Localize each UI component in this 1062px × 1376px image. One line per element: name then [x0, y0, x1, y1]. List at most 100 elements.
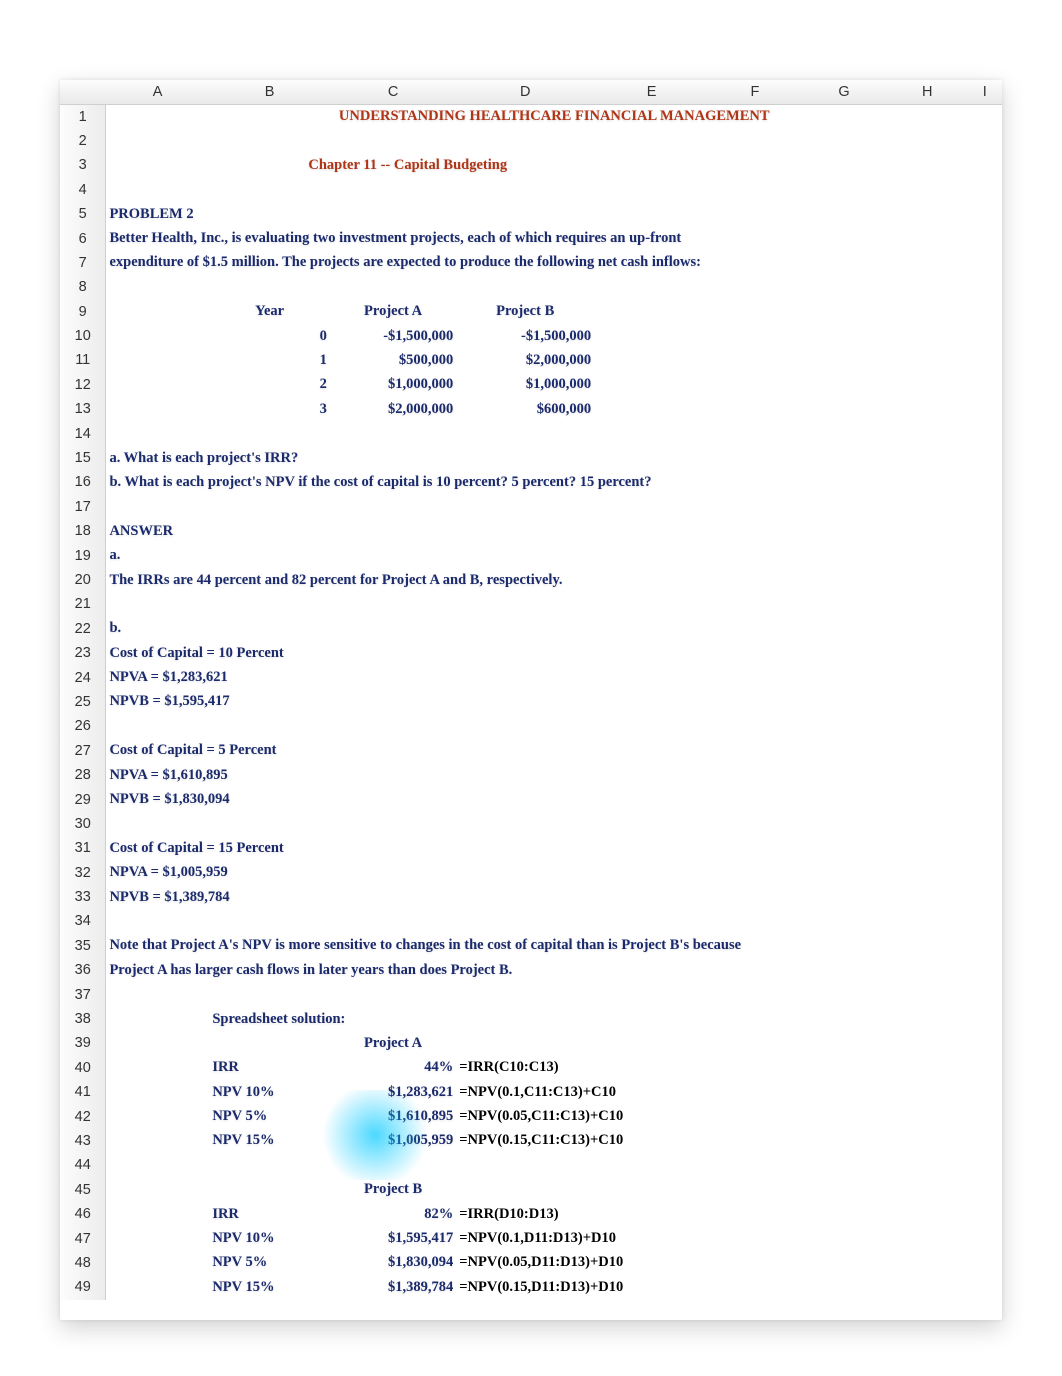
row-37[interactable]: 37 — [60, 982, 106, 1006]
doc-title: UNDERSTANDING HEALTHCARE FINANCIAL MANAG… — [106, 104, 1002, 128]
row-49[interactable]: 49 — [60, 1275, 106, 1299]
row-10[interactable]: 10 — [60, 324, 106, 348]
problem-line-2: expenditure of $1.5 million. The project… — [106, 251, 1002, 275]
row-36[interactable]: 36 — [60, 958, 106, 982]
val-npv5-b[interactable]: $1,830,094 — [330, 1251, 456, 1275]
col-A[interactable]: A — [106, 80, 209, 104]
row-35[interactable]: 35 — [60, 934, 106, 958]
spreadsheet-view: A B C D E F G H I 1 UNDERSTANDING HEALTH… — [60, 80, 1002, 1320]
answer-a-text: The IRRs are 44 percent and 82 percent f… — [106, 568, 1002, 592]
col-D[interactable]: D — [456, 80, 594, 104]
row-12[interactable]: 12 — [60, 373, 106, 397]
row-34[interactable]: 34 — [60, 909, 106, 933]
col-I[interactable]: I — [967, 80, 1002, 104]
cf-a-2[interactable]: $1,000,000 — [330, 373, 456, 397]
col-B[interactable]: B — [209, 80, 330, 104]
row-33[interactable]: 33 — [60, 885, 106, 909]
answer-a-label: a. — [106, 543, 1002, 567]
formula-npv15-a: =NPV(0.15,C11:C13)+C10 — [456, 1129, 1002, 1153]
row-44[interactable]: 44 — [60, 1153, 106, 1177]
row-8[interactable]: 8 — [60, 275, 106, 299]
row-29[interactable]: 29 — [60, 787, 106, 811]
row-48[interactable]: 48 — [60, 1251, 106, 1275]
label-irr-a: IRR — [209, 1056, 330, 1080]
val-irr-b[interactable]: 82% — [330, 1202, 456, 1226]
label-npv5-a: NPV 5% — [209, 1104, 330, 1128]
cf-a-1[interactable]: $500,000 — [330, 348, 456, 372]
solution-label: Spreadsheet solution: — [209, 1007, 1002, 1031]
cf-year-1[interactable]: 1 — [209, 348, 330, 372]
npva-5: NPVA = $1,610,895 — [106, 763, 1002, 787]
cf-year-3[interactable]: 3 — [209, 397, 330, 421]
row-19[interactable]: 19 — [60, 543, 106, 567]
col-H[interactable]: H — [887, 80, 967, 104]
hdr-year: Year — [209, 300, 330, 324]
row-41[interactable]: 41 — [60, 1080, 106, 1104]
row-4[interactable]: 4 — [60, 178, 106, 202]
row-45[interactable]: 45 — [60, 1178, 106, 1202]
project-b-header: Project B — [330, 1178, 456, 1202]
val-npv5-a[interactable]: $1,610,895 — [330, 1104, 456, 1128]
row-18[interactable]: 18 — [60, 519, 106, 543]
row-38[interactable]: 38 — [60, 1007, 106, 1031]
row-16[interactable]: 16 — [60, 470, 106, 494]
cf-year-2[interactable]: 2 — [209, 373, 330, 397]
cf-b-2[interactable]: $1,000,000 — [456, 373, 594, 397]
row-39[interactable]: 39 — [60, 1031, 106, 1055]
formula-irr-a: =IRR(C10:C13) — [456, 1056, 1002, 1080]
spreadsheet-grid: A B C D E F G H I 1 UNDERSTANDING HEALTH… — [60, 80, 1002, 1300]
row-3[interactable]: 3 — [60, 153, 106, 177]
corner-cell[interactable] — [60, 80, 106, 104]
row-42[interactable]: 42 — [60, 1104, 106, 1128]
row-46[interactable]: 46 — [60, 1202, 106, 1226]
row-22[interactable]: 22 — [60, 617, 106, 641]
row-40[interactable]: 40 — [60, 1056, 106, 1080]
cf-b-3[interactable]: $600,000 — [456, 397, 594, 421]
val-npv10-b[interactable]: $1,595,417 — [330, 1226, 456, 1250]
row-21[interactable]: 21 — [60, 592, 106, 616]
cf-b-1[interactable]: $2,000,000 — [456, 348, 594, 372]
row-25[interactable]: 25 — [60, 690, 106, 714]
row-47[interactable]: 47 — [60, 1226, 106, 1250]
row-28[interactable]: 28 — [60, 763, 106, 787]
val-npv10-a[interactable]: $1,283,621 — [330, 1080, 456, 1104]
row-24[interactable]: 24 — [60, 665, 106, 689]
row-20[interactable]: 20 — [60, 568, 106, 592]
coc-10: Cost of Capital = 10 Percent — [106, 641, 1002, 665]
row-17[interactable]: 17 — [60, 495, 106, 519]
row-32[interactable]: 32 — [60, 861, 106, 885]
row-2[interactable]: 2 — [60, 129, 106, 153]
row-31[interactable]: 31 — [60, 836, 106, 860]
cf-a-0[interactable]: -$1,500,000 — [330, 324, 456, 348]
answer-b-label: b. — [106, 617, 1002, 641]
row-13[interactable]: 13 — [60, 397, 106, 421]
row-5[interactable]: 5 — [60, 202, 106, 226]
col-C[interactable]: C — [330, 80, 456, 104]
val-irr-a[interactable]: 44% — [330, 1056, 456, 1080]
col-G[interactable]: G — [801, 80, 887, 104]
row-23[interactable]: 23 — [60, 641, 106, 665]
cf-year-0[interactable]: 0 — [209, 324, 330, 348]
note-2: Project A has larger cash flows in later… — [106, 958, 1002, 982]
formula-irr-b: =IRR(D10:D13) — [456, 1202, 1002, 1226]
row-9[interactable]: 9 — [60, 300, 106, 324]
cf-b-0[interactable]: -$1,500,000 — [456, 324, 594, 348]
row-43[interactable]: 43 — [60, 1129, 106, 1153]
cf-a-3[interactable]: $2,000,000 — [330, 397, 456, 421]
row-15[interactable]: 15 — [60, 446, 106, 470]
note-1: Note that Project A's NPV is more sensit… — [106, 934, 1002, 958]
val-npv15-b[interactable]: $1,389,784 — [330, 1275, 456, 1299]
hdr-project-b: Project B — [456, 300, 594, 324]
row-14[interactable]: 14 — [60, 421, 106, 445]
row-30[interactable]: 30 — [60, 812, 106, 836]
col-F[interactable]: F — [709, 80, 801, 104]
val-npv15-a[interactable]: $1,005,959 — [330, 1129, 456, 1153]
row-11[interactable]: 11 — [60, 348, 106, 372]
row-26[interactable]: 26 — [60, 714, 106, 738]
col-E[interactable]: E — [594, 80, 709, 104]
row-6[interactable]: 6 — [60, 226, 106, 250]
row-27[interactable]: 27 — [60, 739, 106, 763]
npva-10: NPVA = $1,283,621 — [106, 665, 1002, 689]
row-1[interactable]: 1 — [60, 104, 106, 128]
row-7[interactable]: 7 — [60, 251, 106, 275]
